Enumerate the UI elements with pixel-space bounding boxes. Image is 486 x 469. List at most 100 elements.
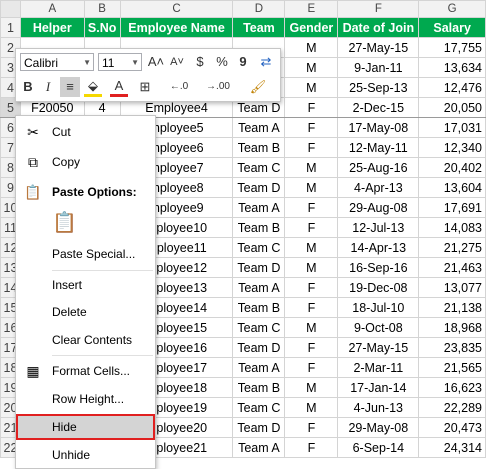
table-cell[interactable]: Team B — [232, 137, 286, 158]
table-cell[interactable]: M — [284, 377, 339, 398]
table-cell[interactable]: 23,835 — [418, 337, 486, 358]
table-cell[interactable]: 18,968 — [418, 317, 486, 338]
column-header[interactable]: E — [284, 0, 339, 18]
table-cell[interactable]: Team D — [232, 417, 286, 438]
table-cell[interactable]: 4-Apr-13 — [337, 177, 420, 198]
format-painter-icon[interactable]: 🖌 — [248, 77, 268, 97]
table-cell[interactable]: M — [284, 57, 339, 78]
column-header[interactable]: B — [83, 0, 121, 18]
table-cell[interactable]: 21,565 — [418, 357, 486, 378]
menu-item-paste-special[interactable]: Paste Special... — [16, 242, 155, 266]
table-cell[interactable]: 13,634 — [418, 57, 486, 78]
table-cell[interactable]: 9-Jan-11 — [337, 57, 420, 78]
wrap-text-icon[interactable]: ⇄ — [256, 52, 276, 72]
table-cell[interactable]: 16,623 — [418, 377, 486, 398]
table-cell[interactable]: 13,604 — [418, 177, 486, 198]
table-cell[interactable]: 21,463 — [418, 257, 486, 278]
table-cell[interactable]: 18-Jul-10 — [337, 297, 420, 318]
menu-item-format-cells[interactable]: ▦ Format Cells... — [16, 359, 155, 383]
header-cell[interactable]: Helper — [19, 17, 85, 38]
table-cell[interactable]: 16-Sep-16 — [337, 257, 420, 278]
table-cell[interactable]: 27-May-15 — [337, 337, 420, 358]
table-cell[interactable]: F — [284, 297, 339, 318]
table-cell[interactable]: M — [284, 257, 339, 278]
table-cell[interactable]: 13,077 — [418, 277, 486, 298]
table-cell[interactable]: 14-Apr-13 — [337, 237, 420, 258]
decrease-decimal-icon[interactable]: →.00 — [198, 77, 238, 97]
header-cell[interactable]: Gender — [284, 17, 339, 38]
header-cell[interactable]: S.No — [83, 17, 121, 38]
table-cell[interactable]: 6-Sep-14 — [337, 437, 420, 458]
table-cell[interactable]: 9-Oct-08 — [337, 317, 420, 338]
percent-style-icon[interactable]: % — [212, 52, 232, 72]
table-cell[interactable]: Team D — [232, 337, 286, 358]
table-cell[interactable]: Team A — [232, 437, 286, 458]
font-size-box[interactable]: 11 ▼ — [98, 53, 142, 71]
table-cell[interactable]: 20,050 — [418, 97, 486, 118]
increase-decimal-icon[interactable]: ←.0 — [162, 77, 196, 97]
table-cell[interactable]: 12,476 — [418, 77, 486, 98]
borders-icon[interactable]: ⊞ — [134, 77, 156, 97]
table-cell[interactable]: F — [284, 197, 339, 218]
table-cell[interactable]: Team A — [232, 277, 286, 298]
header-cell[interactable]: Employee Name — [119, 17, 234, 38]
table-cell[interactable]: 20,402 — [418, 157, 486, 178]
table-cell[interactable]: 21,138 — [418, 297, 486, 318]
column-header[interactable]: F — [337, 0, 420, 18]
italic-button[interactable]: I — [40, 77, 56, 97]
align-center-icon[interactable]: ≡ — [60, 77, 80, 97]
table-cell[interactable]: M — [284, 177, 339, 198]
table-cell[interactable]: 12,340 — [418, 137, 486, 158]
decrease-font-size-icon[interactable]: A˅ — [167, 52, 187, 72]
currency-format-icon[interactable]: $ — [190, 52, 210, 72]
column-header[interactable]: D — [232, 0, 286, 18]
table-cell[interactable]: 14,083 — [418, 217, 486, 238]
table-cell[interactable]: M — [284, 157, 339, 178]
table-cell[interactable]: 25-Sep-13 — [337, 77, 420, 98]
menu-item-hide[interactable]: Hide — [16, 414, 155, 440]
table-cell[interactable]: F — [284, 97, 339, 118]
menu-item-copy[interactable]: ⧉ Copy — [16, 150, 155, 174]
table-cell[interactable]: 22,289 — [418, 397, 486, 418]
table-cell[interactable]: 17,755 — [418, 37, 486, 58]
table-cell[interactable]: 27-May-15 — [337, 37, 420, 58]
chevron-down-icon[interactable]: ▼ — [131, 54, 139, 72]
table-cell[interactable]: 2-Dec-15 — [337, 97, 420, 118]
table-cell[interactable]: 12-Jul-13 — [337, 217, 420, 238]
table-cell[interactable]: 19-Dec-08 — [337, 277, 420, 298]
table-cell[interactable]: Team C — [232, 397, 286, 418]
paste-clipboard-icon[interactable]: 📋 — [52, 213, 77, 233]
select-all-corner[interactable] — [0, 0, 21, 18]
table-cell[interactable]: F — [284, 337, 339, 358]
table-cell[interactable]: Team B — [232, 217, 286, 238]
menu-item-cut[interactable]: ✂ Cut — [16, 120, 155, 144]
table-cell[interactable]: 29-Aug-08 — [337, 197, 420, 218]
table-cell[interactable]: F — [284, 417, 339, 438]
table-cell[interactable]: M — [284, 397, 339, 418]
table-cell[interactable]: Team D — [232, 177, 286, 198]
table-cell[interactable]: 2-Mar-11 — [337, 357, 420, 378]
table-cell[interactable]: F — [284, 277, 339, 298]
table-cell[interactable]: 21,275 — [418, 237, 486, 258]
header-cell[interactable]: Team — [232, 17, 286, 38]
table-cell[interactable]: 17-Jan-14 — [337, 377, 420, 398]
table-cell[interactable]: Team C — [232, 317, 286, 338]
table-cell[interactable]: 17-May-08 — [337, 117, 420, 138]
column-header[interactable]: A — [19, 0, 85, 18]
table-cell[interactable]: 25-Aug-16 — [337, 157, 420, 178]
table-cell[interactable]: 4-Jun-13 — [337, 397, 420, 418]
bold-button[interactable]: B — [20, 77, 36, 97]
table-cell[interactable]: M — [284, 37, 339, 58]
table-cell[interactable]: M — [284, 317, 339, 338]
table-cell[interactable]: F — [284, 117, 339, 138]
table-cell[interactable]: M — [284, 77, 339, 98]
table-cell[interactable]: 20,473 — [418, 417, 486, 438]
fill-color-icon[interactable]: ⬙ — [84, 77, 102, 97]
menu-item-delete[interactable]: Delete — [16, 300, 155, 324]
column-header[interactable]: G — [418, 0, 486, 18]
table-cell[interactable]: Team C — [232, 157, 286, 178]
table-cell[interactable]: 17,031 — [418, 117, 486, 138]
table-cell[interactable]: Team A — [232, 117, 286, 138]
table-cell[interactable]: Team A — [232, 357, 286, 378]
table-cell[interactable]: F — [284, 357, 339, 378]
